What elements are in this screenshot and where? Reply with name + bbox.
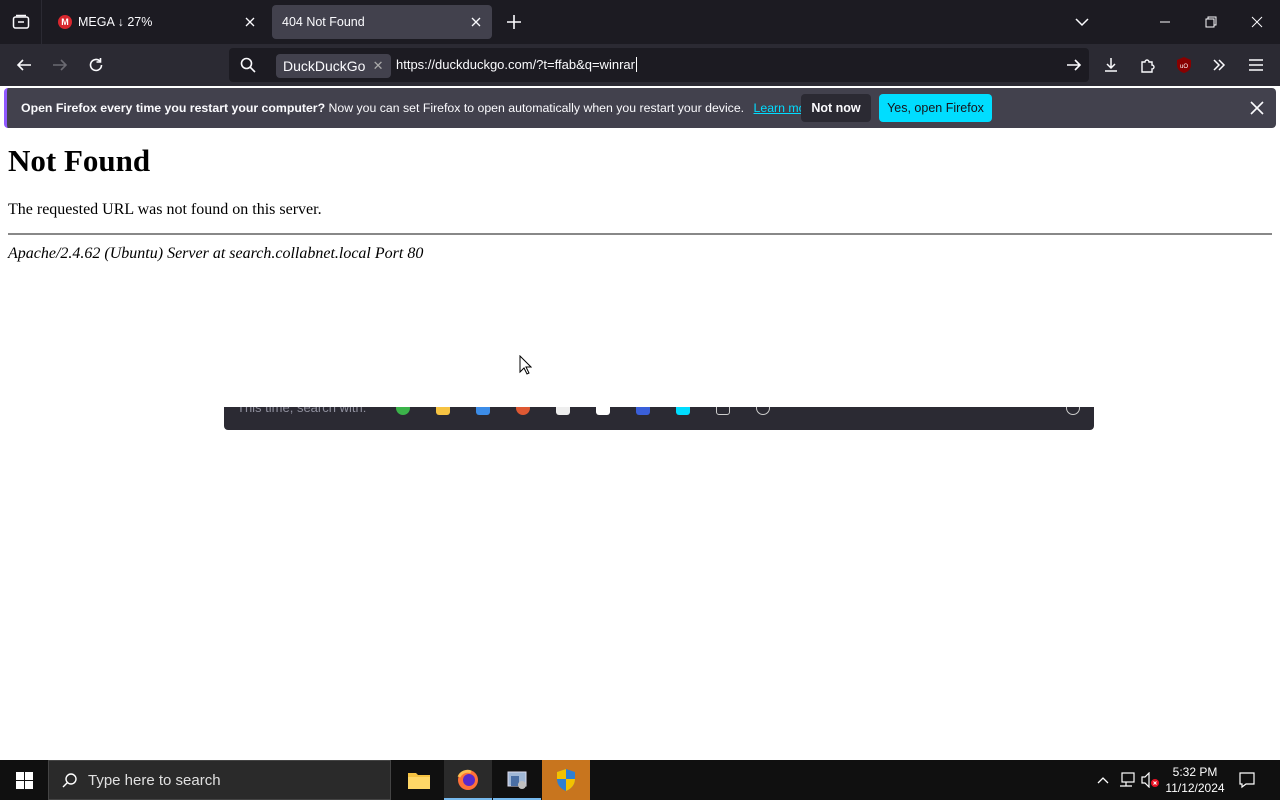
close-tab-icon[interactable] [242,14,258,30]
clock-date: 11/12/2024 [1165,781,1225,795]
forward-arrow-icon [53,59,68,71]
remove-engine-icon[interactable]: ✕ [373,54,384,78]
extensions-button[interactable] [1136,53,1160,77]
minimize-icon [1160,21,1170,23]
wikipedia-icon[interactable] [596,407,610,415]
qwant-icon[interactable] [636,407,650,415]
tab-404[interactable]: 404 Not Found [272,5,492,39]
search-icon[interactable] [239,56,257,74]
firefox-taskbar-button[interactable] [444,760,492,800]
notification-message: Open Firefox every time you restart your… [21,101,816,115]
navigation-toolbar: DuckDuckGo ✕ https://duckduckgo.com/?t=f… [0,44,1280,86]
bookmarks-star-icon[interactable] [676,407,690,415]
forward-button[interactable] [48,53,72,77]
restore-button[interactable] [1188,0,1234,44]
restore-icon [1205,16,1217,28]
mouse-cursor-icon [519,355,532,375]
start-button[interactable] [0,760,48,800]
overflow-menu-button[interactable] [1207,53,1231,77]
reload-icon [89,58,103,72]
app-menu-button[interactable] [1244,53,1268,77]
search-engine-chip[interactable]: DuckDuckGo ✕ [276,54,392,78]
notification-text: Now you can set Firefox to open automati… [328,101,745,115]
default-browser-notification: Open Firefox every time you restart your… [4,88,1276,128]
ebay-icon[interactable] [556,407,570,415]
tab-title: MEGA ↓ 27% [78,15,153,29]
tab-strip: M MEGA ↓ 27% 404 Not Found [0,0,1280,44]
show-hidden-icons-button[interactable] [1094,760,1112,800]
search-engine-label: DuckDuckGo [283,58,366,74]
chevron-up-icon [1097,777,1109,784]
taskbar-clock[interactable]: 5:32 PM 11/12/2024 [1160,764,1230,796]
firefox-view-icon [12,14,29,29]
tabs-icon[interactable] [716,407,730,415]
folder-icon [408,773,430,789]
page-content: Not Found The requested URL was not foun… [0,133,1280,760]
windows-taskbar: Type here to search 5:32 PM 11/12/2024 [0,760,1280,800]
puzzle-icon [1141,59,1155,73]
tab-title: 404 Not Found [282,15,365,29]
page-heading: Not Found [8,143,151,178]
hamburger-icon [1249,59,1263,71]
windows-logo-icon [15,771,33,789]
tab-mega[interactable]: M MEGA ↓ 27% [48,5,266,39]
uac-shield-icon [557,769,575,791]
history-icon[interactable] [756,407,770,415]
download-icon [1105,58,1117,72]
close-icon [1251,16,1263,28]
taskbar-search-box[interactable]: Type here to search [48,760,391,800]
gear-icon[interactable] [1066,407,1080,415]
back-arrow-icon [16,59,31,71]
action-center-button[interactable] [1236,760,1258,800]
installer-icon [507,771,527,789]
yes-open-firefox-button[interactable]: Yes, open Firefox [879,94,992,122]
firefox-view-button[interactable] [0,0,42,44]
svg-text:uO: uO [1180,64,1188,70]
network-icon [1120,772,1135,787]
volume-muted-icon [1141,772,1159,788]
url-input[interactable]: https://duckduckgo.com/?t=ffab&q=winrar [396,57,637,72]
notification-title: Open Firefox every time you restart your… [21,101,326,115]
error-message: The requested URL was not found on this … [8,201,322,218]
bird-icon[interactable] [476,407,490,415]
ublock-button[interactable]: uO [1172,53,1196,77]
volume-tray-button[interactable] [1140,760,1160,800]
back-button[interactable] [12,53,36,77]
mega-icon: M [58,15,72,29]
url-bar[interactable]: DuckDuckGo ✕ https://duckduckgo.com/?t=f… [229,48,1089,82]
close-tab-icon[interactable] [468,14,484,30]
search-icon [62,773,77,788]
taskbar-search-placeholder: Type here to search [88,772,221,789]
divider [8,233,1272,235]
not-now-button[interactable]: Not now [801,94,871,122]
ublock-icon: uO [1177,57,1191,73]
chevron-down-icon[interactable] [1072,12,1092,32]
clock-time: 5:32 PM [1172,765,1218,779]
search-shortcuts-bar: This time, search with: [224,407,1094,430]
new-tab-icon[interactable] [503,11,525,33]
search-shortcuts-label: This time, search with: [237,407,367,415]
server-signature: Apache/2.4.62 (Ubuntu) Server at search.… [8,245,424,262]
downloads-button[interactable] [1099,53,1123,77]
bing-icon[interactable] [436,407,450,415]
double-chevron-icon [1213,59,1226,71]
notification-icon [1239,772,1255,789]
close-icon[interactable] [1248,99,1266,117]
go-arrow-icon[interactable] [1065,56,1083,74]
reload-button[interactable] [84,53,108,77]
installer-taskbar-button[interactable] [493,760,541,800]
duckduckgo-icon[interactable] [516,407,530,415]
file-explorer-button[interactable] [395,760,443,800]
network-tray-button[interactable] [1117,760,1137,800]
firefox-icon [457,769,478,790]
google-icon[interactable] [396,407,410,415]
close-window-button[interactable] [1234,0,1280,44]
uac-shield-taskbar-button[interactable] [542,760,590,800]
minimize-button[interactable] [1142,0,1188,44]
